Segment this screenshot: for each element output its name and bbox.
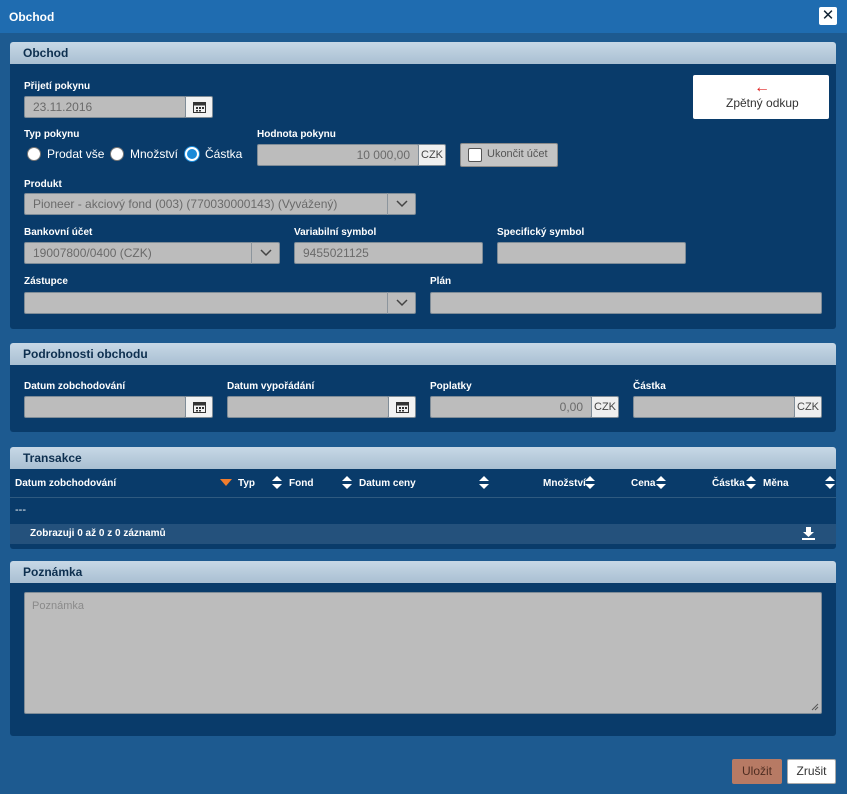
castka-input[interactable]	[633, 396, 795, 418]
bankovni-label: Bankovní účet	[24, 227, 93, 238]
prijeti-calendar-button[interactable]	[185, 96, 213, 118]
table-pager: Zobrazuji 0 až 0 z 0 záznamů	[10, 524, 836, 544]
hodnota-currency: CZK	[418, 144, 446, 166]
bankovni-value: 19007800/0400 (CZK)	[33, 246, 152, 260]
produkt-label: Produkt	[24, 179, 62, 190]
poznamka-textarea[interactable]: Poznámka	[24, 592, 822, 714]
prijeti-input[interactable]: 23.11.2016	[24, 96, 186, 118]
podrobnosti-panel: Podrobnosti obchodu Datum zobchodování D…	[10, 343, 836, 432]
ukoncit-ucet-label: Ukončit účet	[487, 148, 548, 160]
variabilni-label: Variabilní symbol	[294, 227, 377, 238]
col-datum-zobchodovani[interactable]: Datum zobchodování	[15, 478, 116, 489]
pager-text: Zobrazuji 0 až 0 z 0 záznamů	[30, 528, 166, 539]
calendar-icon	[193, 102, 206, 113]
poplatky-label: Poplatky	[430, 381, 472, 392]
datum-vyp-input[interactable]	[227, 396, 389, 418]
col-mena[interactable]: Měna	[763, 478, 789, 489]
empty-row-text: ---	[15, 504, 26, 516]
arrow-left-icon: ←	[754, 79, 770, 96]
radio-mnozstvi-label[interactable]: Množství	[130, 147, 178, 161]
col-castka[interactable]: Částka	[712, 478, 745, 489]
radio-mnozstvi[interactable]	[110, 147, 124, 161]
cancel-button[interactable]: Zrušit	[787, 759, 836, 784]
radio-castka[interactable]	[185, 147, 199, 161]
poplatky-currency: CZK	[591, 396, 619, 418]
poznamka-header: Poznámka	[10, 561, 836, 583]
hodnota-input[interactable]: 10 000,00	[257, 144, 419, 166]
specificky-label: Specifický symbol	[497, 227, 585, 238]
sort-icon[interactable]	[479, 476, 489, 490]
download-icon[interactable]	[802, 527, 815, 540]
sort-desc-icon[interactable]	[220, 479, 232, 487]
datum-vyp-calendar-button[interactable]	[388, 396, 416, 418]
chevron-down-icon[interactable]	[387, 292, 415, 314]
zastupce-label: Zástupce	[24, 276, 68, 287]
poplatky-input[interactable]: 0,00	[430, 396, 592, 418]
zpetny-odkup-button[interactable]: ← Zpětný odkup	[693, 75, 829, 119]
radio-castka-label[interactable]: Částka	[205, 147, 242, 161]
prijeti-label: Přijetí pokynu	[24, 81, 91, 92]
calendar-icon	[396, 402, 409, 413]
title-bar: Obchod ✕	[0, 0, 847, 33]
datum-zob-input[interactable]	[24, 396, 186, 418]
specificky-input[interactable]	[497, 242, 686, 264]
window-title: Obchod	[9, 10, 55, 24]
checkbox-box[interactable]	[468, 148, 482, 162]
castka-currency: CZK	[794, 396, 822, 418]
zastupce-select[interactable]	[24, 292, 416, 314]
col-mnozstvi[interactable]: Množství	[543, 478, 586, 489]
plan-label: Plán	[430, 276, 452, 287]
chevron-down-icon[interactable]	[387, 193, 415, 215]
sort-icon[interactable]	[342, 476, 352, 490]
resize-handle-icon[interactable]	[811, 703, 819, 711]
castka-label: Částka	[633, 381, 666, 392]
radio-prodat-vse[interactable]	[27, 147, 41, 161]
table-row: ---	[10, 498, 836, 523]
transakce-header: Transakce	[10, 447, 836, 469]
chevron-down-icon[interactable]	[251, 242, 279, 264]
col-cena[interactable]: Cena	[631, 478, 655, 489]
plan-input[interactable]	[430, 292, 822, 314]
variabilni-input[interactable]: 9455021125	[294, 242, 483, 264]
radio-prodat-vse-label[interactable]: Prodat vše	[47, 147, 104, 161]
produkt-select[interactable]: Pioneer - akciový fond (003) (7700300001…	[24, 193, 416, 215]
obchod-panel: Obchod Přijetí pokynu 23.11.2016 ← Zpětn…	[10, 42, 836, 329]
transakce-panel: Transakce Datum zobchodování Typ Fond Da…	[10, 447, 836, 549]
sort-icon[interactable]	[585, 476, 595, 490]
close-icon[interactable]: ✕	[819, 7, 837, 25]
produkt-value: Pioneer - akciový fond (003) (7700300001…	[33, 197, 338, 211]
sort-icon[interactable]	[272, 476, 282, 490]
sort-icon[interactable]	[746, 476, 756, 490]
zpetny-odkup-label: Zpětný odkup	[726, 96, 799, 110]
save-button[interactable]: Uložit	[732, 759, 782, 784]
col-fond[interactable]: Fond	[289, 478, 313, 489]
podrobnosti-header: Podrobnosti obchodu	[10, 343, 836, 365]
poznamka-panel: Poznámka Poznámka	[10, 561, 836, 736]
sort-icon[interactable]	[656, 476, 666, 490]
datum-zob-calendar-button[interactable]	[185, 396, 213, 418]
ukoncit-ucet-checkbox[interactable]: Ukončit účet	[460, 143, 558, 167]
poznamka-placeholder: Poznámka	[32, 600, 84, 612]
transakce-table-header: Datum zobchodování Typ Fond Datum ceny M…	[10, 469, 836, 498]
datum-vyp-label: Datum vypořádání	[227, 381, 315, 392]
typ-label: Typ pokynu	[24, 129, 80, 140]
col-typ[interactable]: Typ	[238, 478, 255, 489]
calendar-icon	[193, 402, 206, 413]
hodnota-label: Hodnota pokynu	[257, 129, 336, 140]
sort-icon[interactable]	[825, 476, 835, 490]
obchod-header: Obchod	[10, 42, 836, 64]
datum-zob-label: Datum zobchodování	[24, 381, 126, 392]
col-datum-ceny[interactable]: Datum ceny	[359, 478, 416, 489]
bankovni-select[interactable]: 19007800/0400 (CZK)	[24, 242, 280, 264]
